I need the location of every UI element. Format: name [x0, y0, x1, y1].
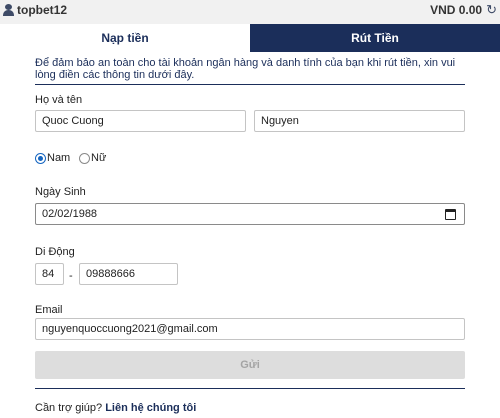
gender-label-male: Nam	[47, 152, 71, 164]
gender-option-male[interactable]: Nam	[35, 152, 70, 164]
calendar-icon[interactable]	[445, 209, 456, 220]
full-name-label: Họ và tên	[35, 94, 83, 106]
balance-info: VND 0.00 ↻	[430, 3, 497, 17]
phone-label: Di Động	[35, 246, 75, 258]
user-info: topbet12	[3, 3, 67, 17]
divider	[35, 84, 465, 85]
help-text: Cần trợ giúp?	[35, 402, 103, 414]
submit-button[interactable]: Gửi	[35, 351, 465, 379]
top-bar: topbet12 VND 0.00 ↻	[0, 0, 500, 20]
help-line: Cần trợ giúp? Liên hệ chúng tôi	[35, 402, 196, 414]
radio-checked-icon[interactable]	[35, 152, 46, 164]
balance-amount: VND 0.00	[430, 3, 483, 17]
divider	[35, 388, 465, 389]
refresh-icon[interactable]: ↻	[486, 3, 497, 16]
last-name-input[interactable]	[254, 110, 465, 132]
username: topbet12	[17, 3, 68, 17]
tab-deposit[interactable]: Nạp tiền	[0, 24, 250, 52]
gender-label-female: Nữ	[91, 152, 107, 164]
birthday-input[interactable]: 02/02/1988	[35, 203, 465, 225]
first-name-input[interactable]	[35, 110, 246, 132]
phone-separator: -	[69, 270, 73, 282]
phone-number-input[interactable]	[79, 263, 178, 285]
email-input[interactable]	[35, 318, 465, 340]
gender-option-female[interactable]: Nữ	[79, 152, 106, 164]
user-icon	[3, 4, 14, 16]
country-code-input[interactable]	[35, 263, 64, 285]
contact-us-link[interactable]: Liên hệ chúng tôi	[105, 402, 196, 414]
security-notice: Để đảm bảo an toàn cho tài khoản ngân hà…	[35, 57, 456, 81]
radio-unchecked-icon[interactable]	[79, 152, 90, 164]
email-label: Email	[35, 304, 63, 316]
birthday-value: 02/02/1988	[42, 208, 98, 220]
withdraw-form: Để đảm bảo an toàn cho tài khoản ngân hà…	[0, 52, 500, 418]
tab-bar: Nạp tiền Rút Tiền	[0, 24, 500, 52]
tab-withdraw[interactable]: Rút Tiền	[250, 24, 500, 52]
birthday-label: Ngày Sinh	[35, 186, 86, 198]
